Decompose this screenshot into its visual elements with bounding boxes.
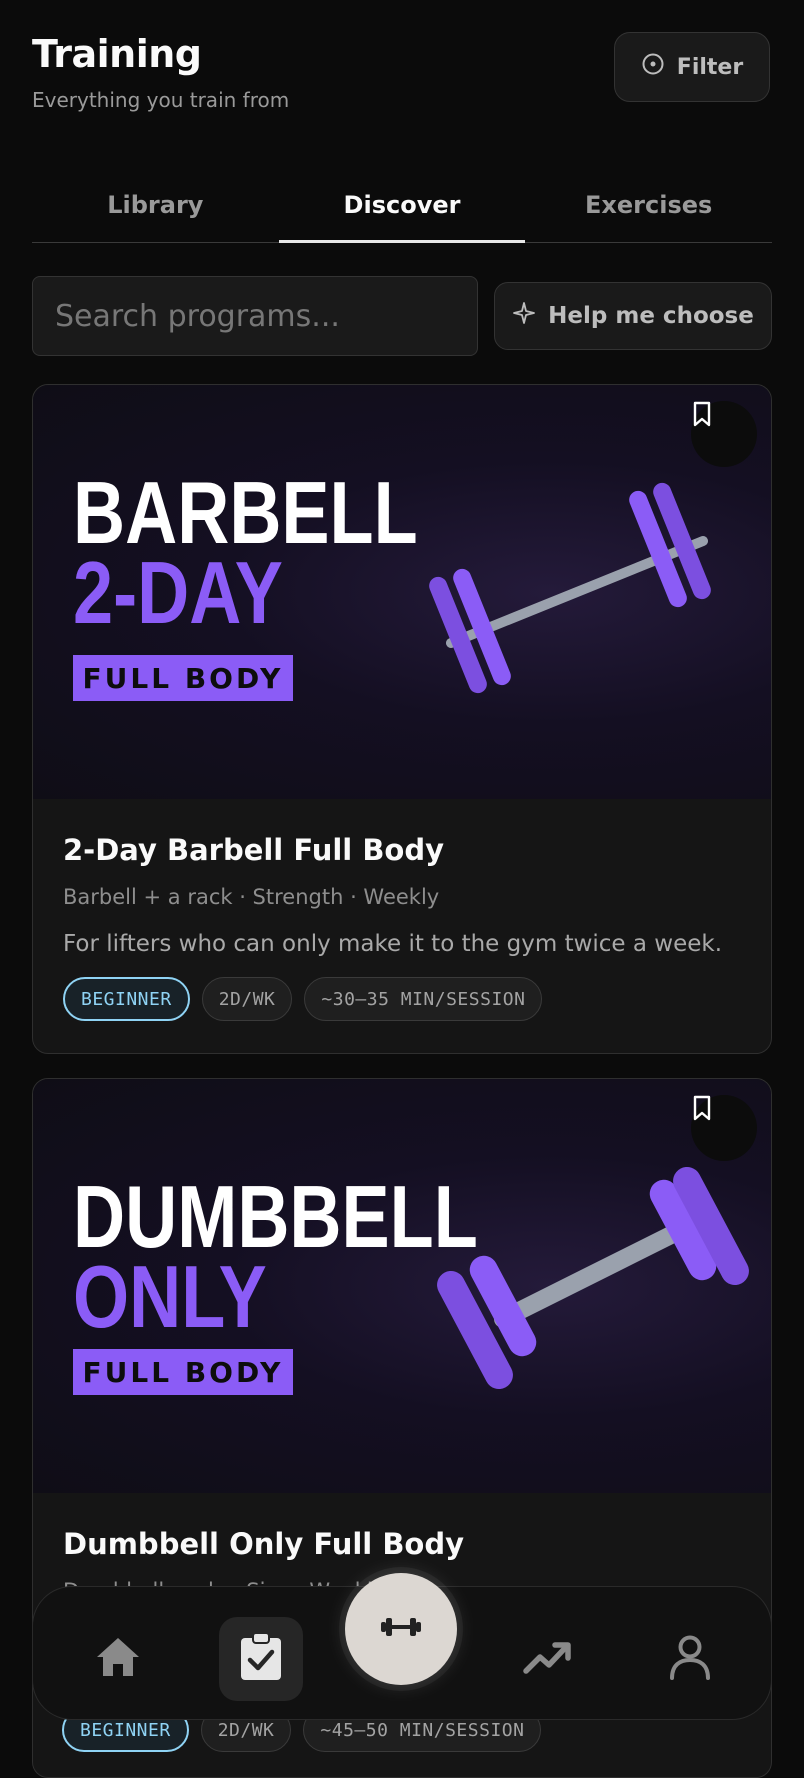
program-card[interactable]: BARBELL 2-DAY FULL BODY 2-Day Barbell Fu… — [32, 384, 772, 1054]
program-cover-art: DUMBBELL ONLY FULL BODY — [33, 1079, 771, 1493]
cover-banner-text: FULL BODY — [83, 662, 284, 695]
nav-profile[interactable] — [648, 1617, 732, 1701]
tab-discover[interactable]: Discover — [278, 168, 526, 243]
clipboard-check-icon — [239, 1632, 283, 1686]
cover-line-2: 2-DAY — [73, 544, 283, 642]
page-title: Training — [32, 32, 202, 76]
duration-badge: ~30–35 MIN/SESSION — [304, 977, 543, 1021]
filter-button[interactable]: Filter — [614, 32, 770, 102]
trending-up-icon — [522, 1637, 572, 1681]
tab-library[interactable]: Library — [32, 168, 279, 242]
barbell-illustration — [429, 482, 711, 694]
filter-label: Filter — [676, 54, 744, 80]
level-badge: BEGINNER — [63, 977, 190, 1021]
program-meta: Barbell + a rack · Strength · Weekly — [63, 885, 440, 909]
search-input[interactable]: Search programs... — [32, 276, 478, 356]
program-description: For lifters who can only make it to the … — [63, 931, 723, 957]
bookmark-button[interactable] — [691, 1095, 757, 1161]
dumbbell-icon — [379, 1615, 423, 1643]
user-icon — [668, 1634, 712, 1684]
dumbbell-illustration — [437, 1166, 749, 1390]
nav-home[interactable] — [76, 1617, 160, 1701]
nav-programs[interactable] — [219, 1617, 303, 1701]
cover-line-2: ONLY — [73, 1248, 267, 1346]
sparkle-icon — [512, 301, 536, 331]
frequency-badge: 2D/WK — [201, 977, 293, 1021]
filter-icon — [641, 52, 665, 82]
tab-exercises[interactable]: Exercises — [525, 168, 772, 242]
program-title: 2-Day Barbell Full Body — [63, 833, 445, 867]
tab-bar: Library Discover Exercises — [32, 168, 772, 243]
help-me-choose-button[interactable]: Help me choose — [494, 282, 772, 350]
page-subtitle: Everything you train from — [32, 88, 290, 112]
cover-banner-text: FULL BODY — [83, 1356, 284, 1389]
home-icon — [94, 1635, 142, 1683]
program-cover-art: BARBELL 2-DAY FULL BODY — [33, 385, 771, 799]
program-tags: BEGINNER 2D/WK ~30–35 MIN/SESSION — [63, 977, 741, 1021]
bookmark-button[interactable] — [691, 401, 757, 467]
nav-progress[interactable] — [505, 1617, 589, 1701]
start-workout-button[interactable] — [345, 1573, 457, 1685]
search-placeholder: Search programs... — [55, 298, 340, 334]
help-me-choose-label: Help me choose — [548, 303, 754, 329]
program-title: Dumbbell Only Full Body — [63, 1527, 465, 1561]
